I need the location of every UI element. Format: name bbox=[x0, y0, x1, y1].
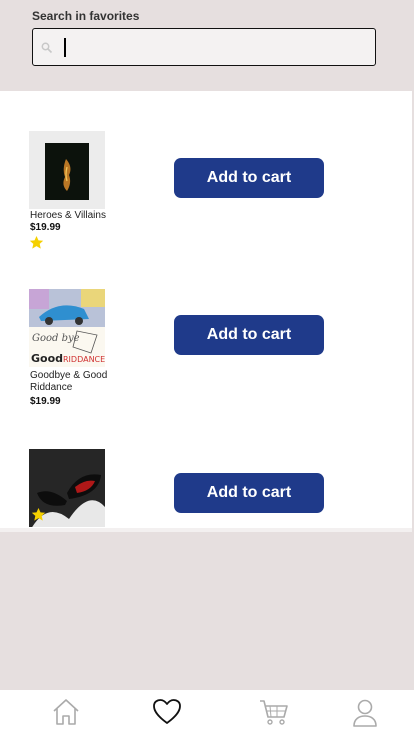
search-icon bbox=[41, 41, 53, 59]
item-price: $19.99 bbox=[30, 222, 61, 233]
text-cursor bbox=[64, 38, 66, 57]
album-cover-heroes-villains[interactable] bbox=[29, 131, 105, 209]
add-to-cart-button[interactable]: Add to cart bbox=[174, 315, 324, 355]
cart-icon[interactable] bbox=[259, 698, 289, 731]
list-divider bbox=[0, 528, 412, 532]
item-price: $19.99 bbox=[30, 396, 61, 407]
home-icon[interactable] bbox=[51, 698, 81, 731]
svg-text:Good: Good bbox=[31, 352, 63, 365]
bottom-navigation bbox=[0, 690, 414, 736]
item-title: Goodbye & Good Riddance bbox=[30, 370, 108, 393]
star-icon[interactable] bbox=[31, 507, 46, 527]
star-icon[interactable] bbox=[29, 235, 44, 255]
favorites-list: Heroes & Villains $19.99 Add to cart Goo… bbox=[0, 91, 412, 528]
search-label: Search in favorites bbox=[32, 9, 140, 23]
svg-text:Good bye: Good bye bbox=[32, 333, 80, 344]
add-to-cart-button[interactable]: Add to cart bbox=[174, 473, 324, 513]
album-cover-goodbye-good-riddance[interactable]: Good bye Good RIDDANCE bbox=[29, 289, 105, 367]
svg-text:RIDDANCE: RIDDANCE bbox=[63, 355, 105, 364]
search-input[interactable] bbox=[32, 28, 376, 66]
profile-icon[interactable] bbox=[351, 698, 379, 733]
item-title: Heroes & Villains bbox=[30, 210, 106, 221]
add-to-cart-button[interactable]: Add to cart bbox=[174, 158, 324, 198]
heart-icon[interactable] bbox=[152, 698, 182, 731]
